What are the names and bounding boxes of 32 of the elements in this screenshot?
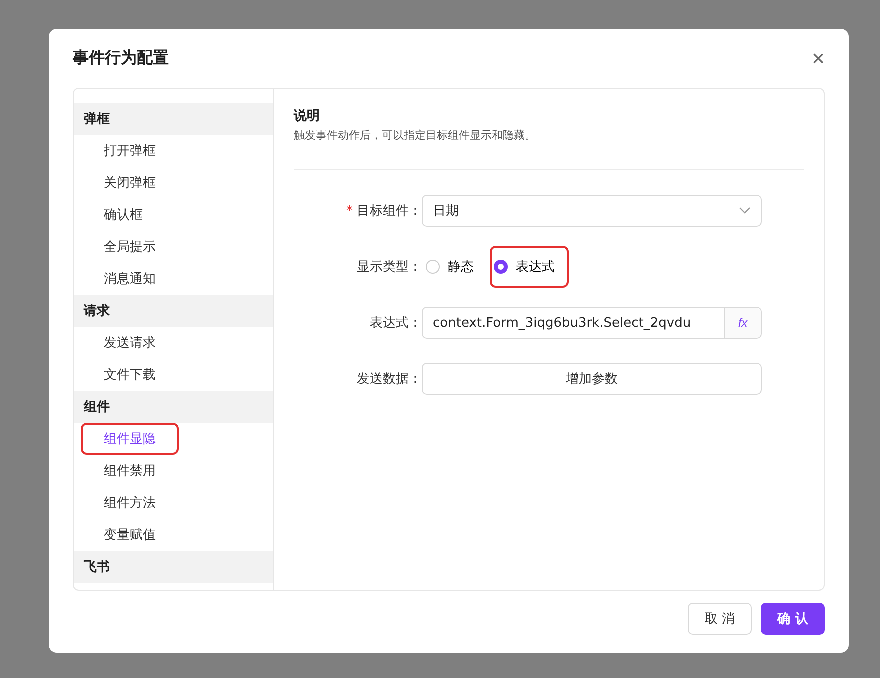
field-label: * 目标组件：	[346, 203, 422, 220]
add-parameter-button[interactable]: 增加参数	[422, 363, 762, 395]
cancel-button[interactable]: 取 消	[688, 603, 752, 635]
sidebar-item[interactable]: 变量赋值	[104, 524, 156, 546]
sidebar-item[interactable]: 发送请求	[104, 332, 156, 354]
description-text: 触发事件动作后，可以指定目标组件显示和隐藏。	[294, 128, 537, 143]
field-label: 发送数据：	[356, 371, 422, 388]
field-label: 表达式：	[369, 315, 422, 332]
sidebar-item[interactable]: 组件禁用	[104, 460, 156, 482]
sidebar-group-header: 请求	[74, 295, 273, 327]
formula-button[interactable]: fx	[724, 308, 761, 338]
confirm-button[interactable]: 确 认	[761, 603, 825, 635]
sidebar-item[interactable]: 消息通知	[104, 268, 156, 290]
sidebar-group-header: 弹框	[74, 103, 273, 135]
radio-option[interactable]: 静态	[422, 252, 478, 282]
field-label: 显示类型：	[356, 259, 422, 276]
sidebar-item[interactable]: 全局提示	[104, 236, 156, 258]
sidebar-item[interactable]: 组件显隐	[83, 425, 177, 453]
sidebar-group-header: 飞书	[74, 551, 273, 583]
sidebar-item[interactable]: 确认框	[104, 204, 143, 226]
sidebar-item[interactable]: 关闭弹框	[104, 172, 156, 194]
sidebar-item[interactable]: 组件方法	[104, 492, 156, 514]
close-button[interactable]: ×	[812, 48, 825, 70]
expression-field[interactable]: context.Form_3iqg6bu3rk.Select_2qvdu fx	[422, 307, 762, 339]
description-title: 说明	[294, 108, 321, 125]
sidebar-group-header: 组件	[74, 391, 273, 423]
sidebar-item[interactable]: 文件下载	[104, 364, 156, 386]
select-field[interactable]: 日期	[422, 195, 762, 227]
radio-option[interactable]: 表达式	[492, 248, 567, 286]
sidebar-item[interactable]: 打开弹框	[104, 140, 156, 162]
dialog-title: 事件行为配置	[73, 48, 169, 69]
chevron-down-icon	[739, 207, 751, 215]
